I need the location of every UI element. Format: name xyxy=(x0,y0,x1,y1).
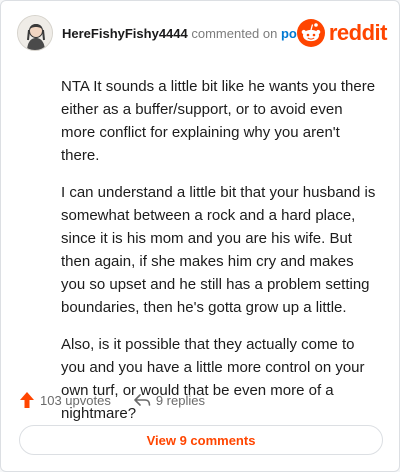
comment-body: NTA It sounds a little bit like he wants… xyxy=(61,75,379,439)
reply-arrow-icon xyxy=(134,394,151,406)
upvote-count: 103 upvotes xyxy=(40,392,111,408)
user-avatar[interactable] xyxy=(17,15,53,51)
upvote-arrow-icon xyxy=(20,392,34,408)
reply-button[interactable]: 9 replies xyxy=(133,393,205,408)
action-text: commented on xyxy=(191,26,278,41)
reddit-alien-icon xyxy=(296,19,325,47)
comment-header: HereFishyFishy4444 commented on post red… xyxy=(17,15,388,55)
avatar-figure-icon xyxy=(18,16,52,50)
reddit-logo[interactable]: reddit xyxy=(296,19,388,47)
author-name[interactable]: HereFishyFishy4444 xyxy=(62,26,188,41)
comment-card: HereFishyFishy4444 commented on post red… xyxy=(0,0,400,472)
comment-paragraph: NTA It sounds a little bit like he wants… xyxy=(61,78,376,164)
view-comments-button[interactable]: View 9 comments xyxy=(19,425,383,455)
upvote-button[interactable]: 103 upvotes xyxy=(19,391,111,409)
comment-paragraph: I can understand a little bit that your … xyxy=(61,184,376,316)
comment-meta: HereFishyFishy4444 commented on post xyxy=(62,26,308,42)
reply-count: 9 replies xyxy=(155,392,205,408)
reddit-wordmark: reddit xyxy=(328,20,388,45)
comment-actions: 103 upvotes 9 replies xyxy=(19,388,227,412)
